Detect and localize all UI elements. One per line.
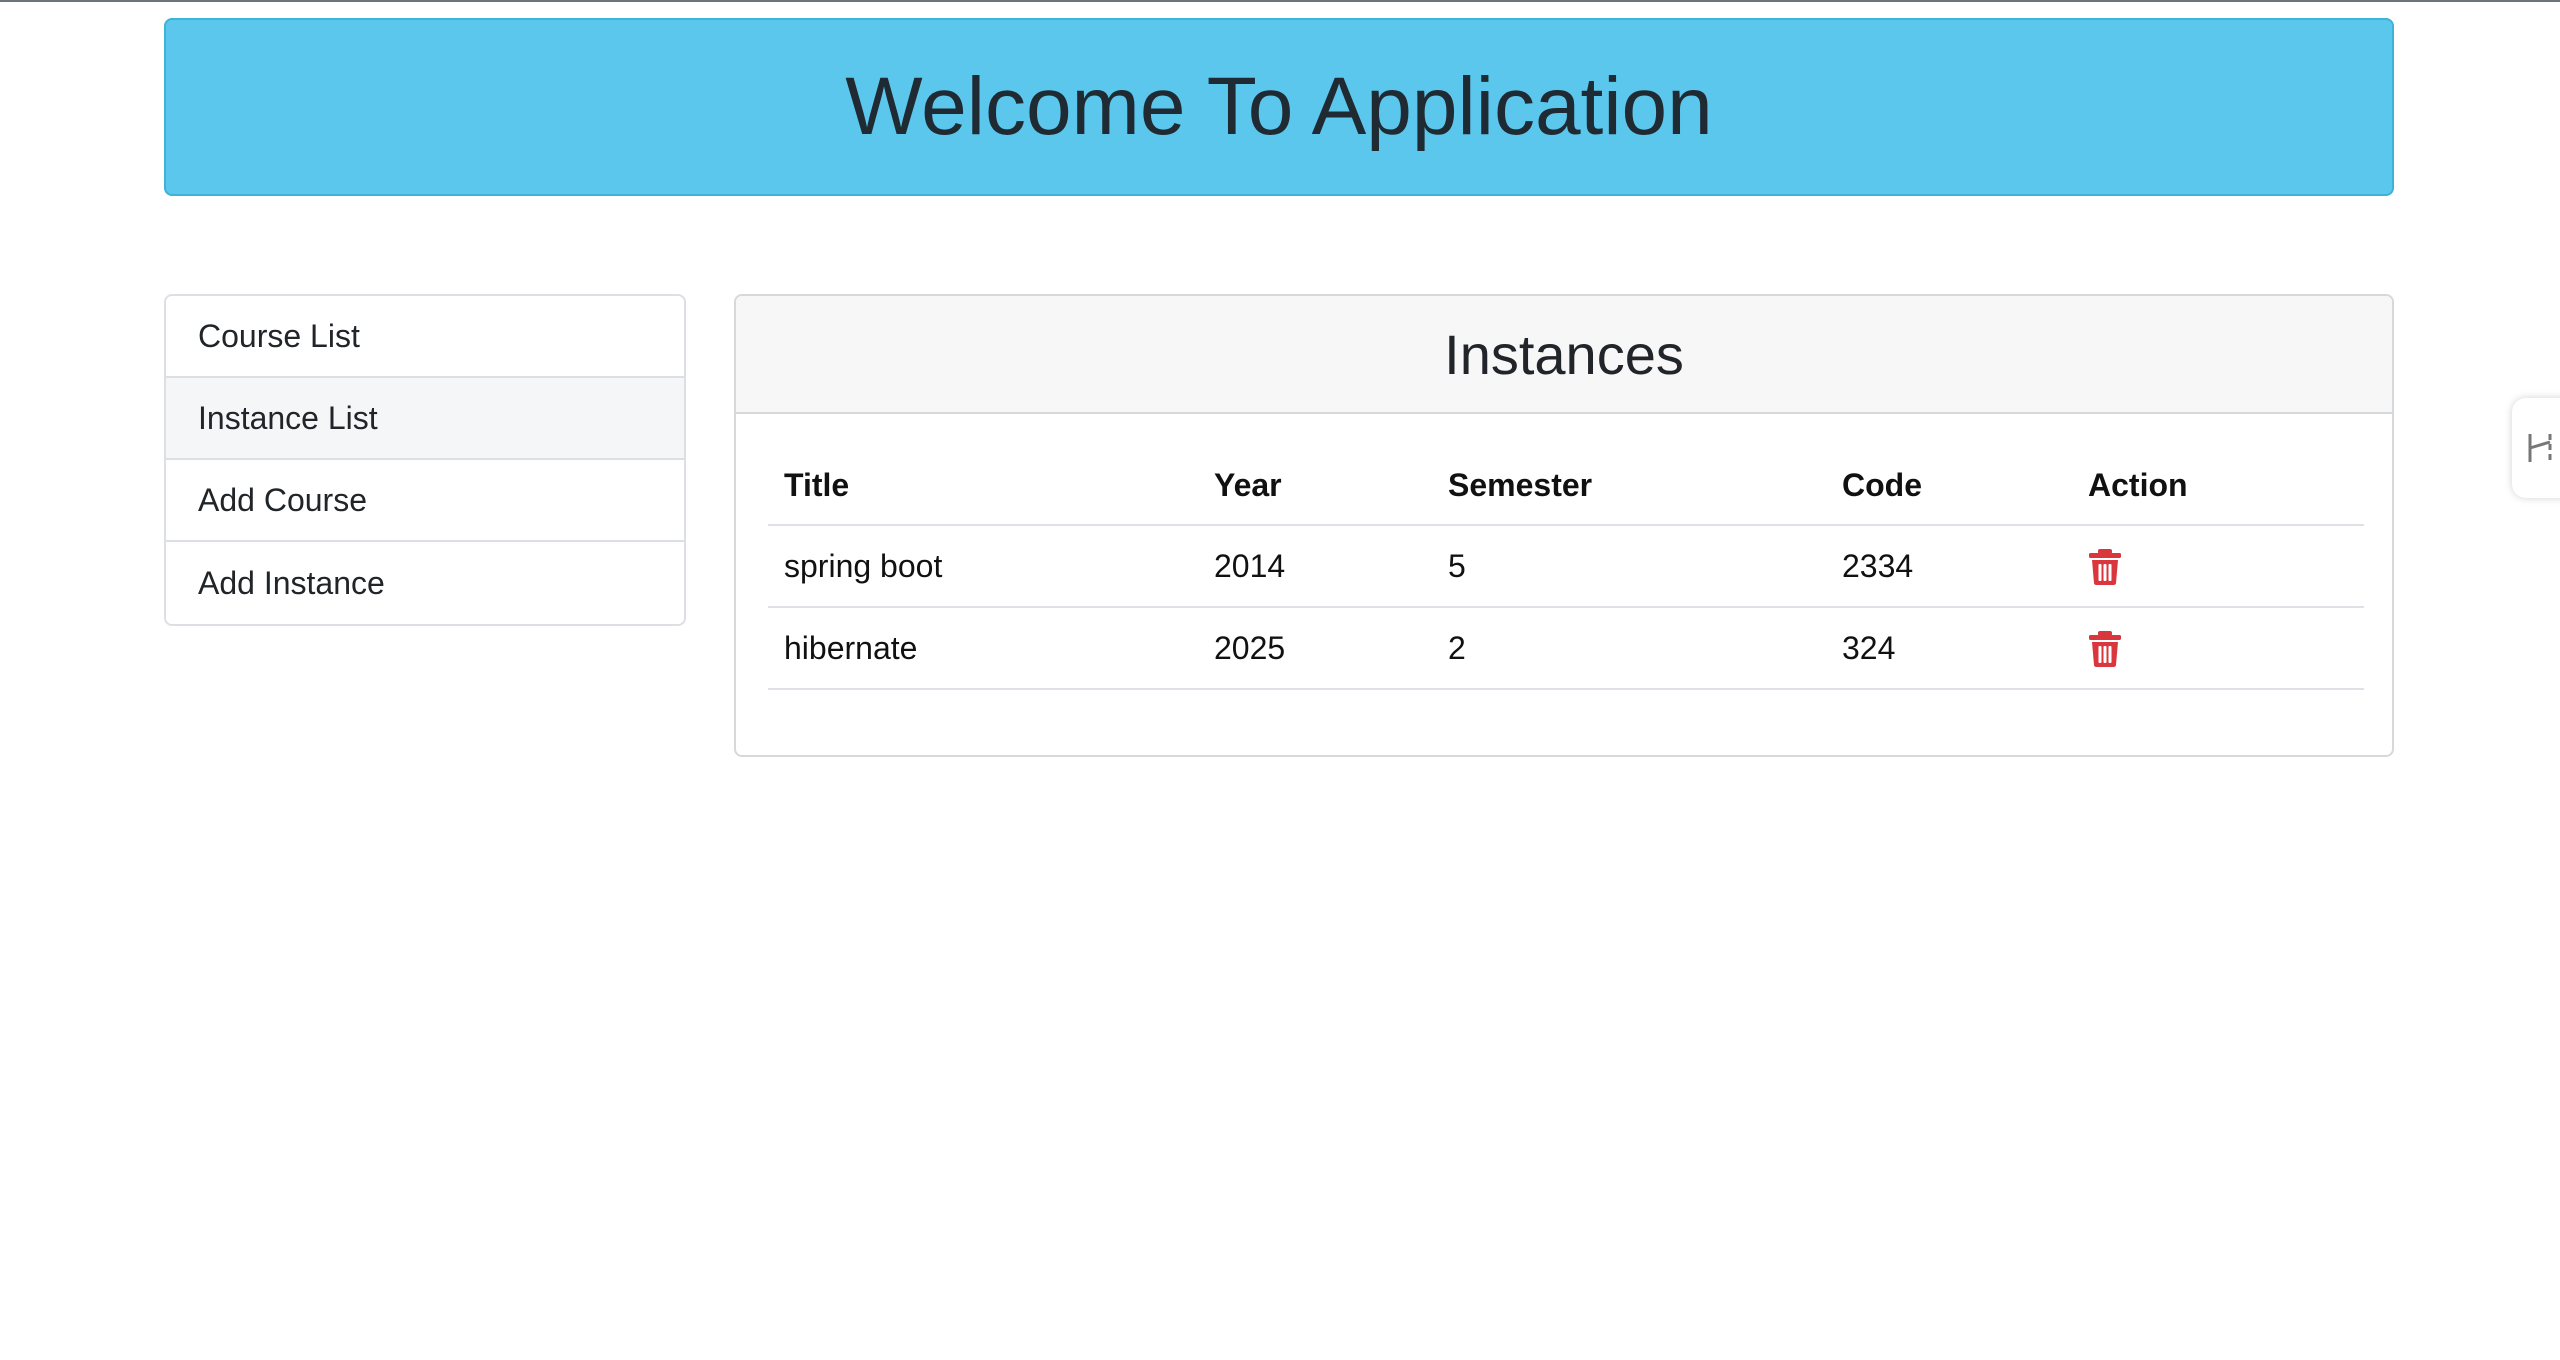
sidebar-item-add-course[interactable]: Add Course [166,460,684,542]
sidebar-item-add-instance[interactable]: Add Instance [166,542,684,624]
table-row: hibernate 2025 2 324 [768,607,2364,690]
column-header-year: Year [1198,446,1432,526]
column-header-code: Code [1826,446,2072,526]
column-header-title: Title [768,446,1198,526]
page-title: Welcome To Application [845,61,1713,152]
extension-handle[interactable] [2512,398,2560,498]
welcome-banner: Welcome To Application [164,18,2394,196]
sidebar-nav: Course List Instance List Add Course Add… [164,294,686,626]
extension-handle-icon [2528,434,2552,462]
cell-semester: 2 [1432,607,1826,690]
cell-year: 2014 [1198,525,1432,608]
cell-semester: 5 [1432,525,1826,608]
cell-action [2072,607,2364,690]
sidebar-item-label: Add Course [198,481,367,518]
panel-header: Instances [736,296,2392,414]
panel-title: Instances [1444,322,1684,386]
cell-title: hibernate [768,607,1198,690]
instances-table-wrap: Title Year Semester Code Action spring b… [768,446,2364,690]
cell-action [2072,525,2364,608]
trash-icon[interactable] [2088,630,2122,668]
column-header-semester: Semester [1432,446,1826,526]
sidebar-item-course-list[interactable]: Course List [166,296,684,378]
table-row: spring boot 2014 5 2334 [768,525,2364,608]
trash-icon[interactable] [2088,548,2122,586]
cell-code: 2334 [1826,525,2072,608]
top-divider [0,0,2560,2]
cell-code: 324 [1826,607,2072,690]
column-header-action: Action [2072,446,2364,526]
instances-table: Title Year Semester Code Action spring b… [768,446,2364,690]
instances-panel: Instances Title Year Semester Code Actio… [734,294,2394,757]
sidebar-item-label: Instance List [198,399,378,436]
cell-title: spring boot [768,525,1198,608]
sidebar-item-label: Add Instance [198,564,385,601]
sidebar-item-instance-list[interactable]: Instance List [166,378,684,460]
cell-year: 2025 [1198,607,1432,690]
table-header-row: Title Year Semester Code Action [768,446,2364,526]
sidebar-item-label: Course List [198,317,360,354]
